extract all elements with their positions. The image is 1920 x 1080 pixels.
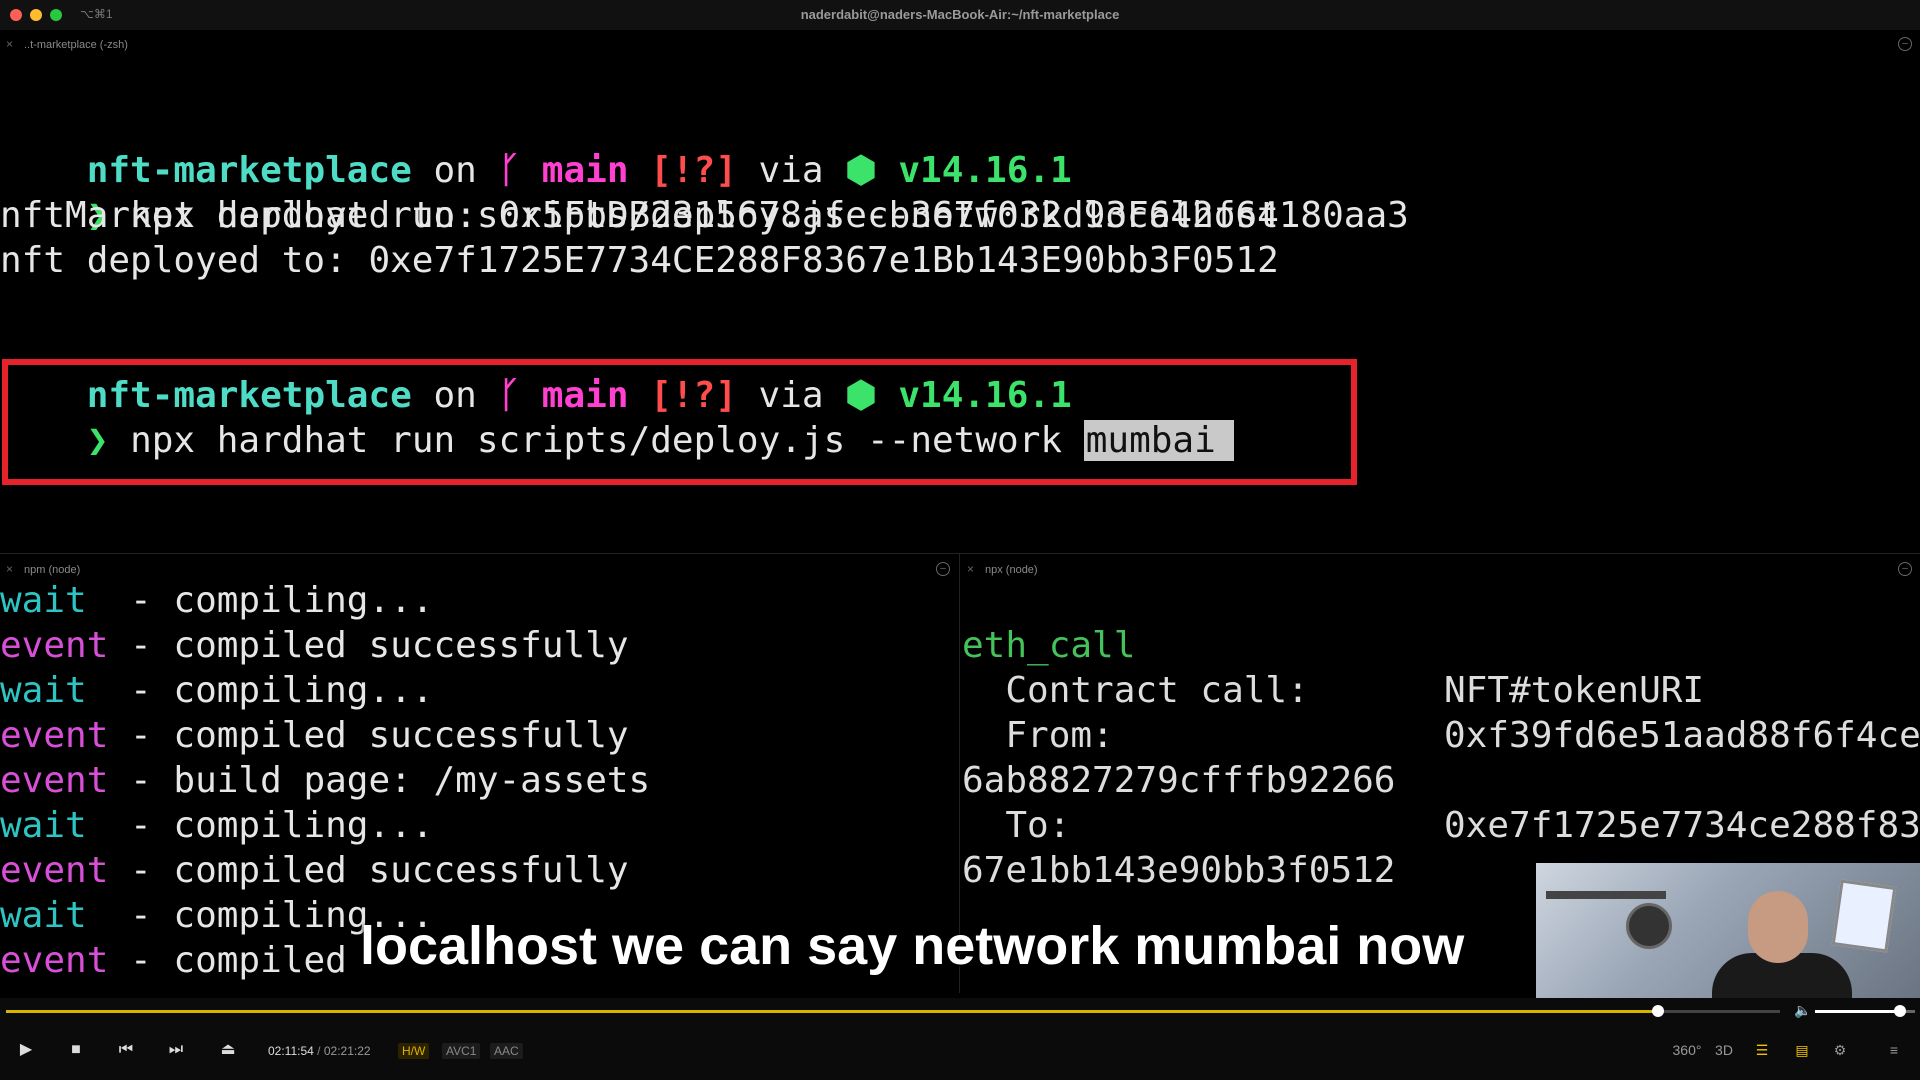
log-message: - compiled successfully	[108, 715, 629, 756]
settings-gear-icon[interactable]: ⚙	[1826, 1038, 1854, 1062]
volume-icon[interactable]: 🔈	[1794, 1002, 1811, 1019]
contract-call-label: Contract call:	[962, 670, 1309, 711]
log-line: wait - compiling...	[0, 803, 433, 848]
log-message: - compiled successfully	[108, 850, 629, 891]
window-title: naderdabit@naders-MacBook-Air:~/nft-mark…	[800, 7, 1120, 22]
playback-time: 02:11:54 / 02:21:22	[268, 1044, 371, 1058]
log-message: - build page: /my-assets	[108, 760, 651, 801]
volume-slider[interactable]	[1815, 1005, 1915, 1017]
seek-bar-fill	[6, 1010, 1659, 1013]
video-codec-badge: AVC1	[442, 1043, 481, 1059]
window-titlebar: ⌥⌘1 naderdabit@naders-MacBook-Air:~/nft-…	[0, 0, 1920, 30]
total-time: 02:21:22	[323, 1044, 371, 1058]
log-message: - compiling...	[86, 805, 434, 846]
rpc-method: eth_call	[962, 625, 1136, 666]
volume-knob[interactable]	[1894, 1005, 1906, 1017]
left-pane-tab-label: npm (node)	[24, 564, 81, 576]
seek-knob[interactable]	[1652, 1005, 1665, 1017]
time-separator: /	[317, 1044, 321, 1058]
3d-icon[interactable]: 3D	[1710, 1038, 1738, 1062]
seek-bar[interactable]	[6, 1005, 1780, 1017]
log-level: wait	[0, 670, 87, 711]
close-icon[interactable]: ×	[6, 562, 13, 576]
media-player-controls: 🔈 ▶ ■ ⏮ ⏭ ⏏ 02:11:54 / 02:21:22 H/W AVC1…	[0, 998, 1920, 1080]
subtitles-icon[interactable]: ▤	[1788, 1038, 1816, 1062]
to-value: 0xe7f1725e7734ce288f83	[1444, 805, 1920, 846]
log-line: wait - compiling...	[0, 668, 433, 713]
close-icon[interactable]: ×	[6, 37, 13, 51]
from-label: From:	[962, 715, 1114, 756]
top-pane-tab-label: ..t-marketplace (-zsh)	[24, 39, 128, 51]
close-icon[interactable]: ×	[967, 562, 974, 576]
log-message: - compiling...	[86, 670, 434, 711]
audio-codec-badge: AAC	[490, 1043, 523, 1059]
previous-button[interactable]: ⏮	[112, 1038, 140, 1062]
log-line: event - compiled successfully	[0, 623, 629, 668]
from-value-continued: 6ab8827279cfffb92266	[962, 760, 1396, 801]
pane-menu-icon[interactable]: –	[1898, 562, 1912, 576]
right-pane-tab-label: npx (node)	[985, 564, 1038, 576]
log-line: event - compiled	[0, 938, 368, 983]
log-level: wait	[0, 895, 87, 936]
red-highlight-box	[2, 359, 1357, 485]
play-button[interactable]: ▶	[12, 1038, 40, 1062]
presenter-head	[1748, 891, 1808, 963]
subtitle-caption: localhost we can say network mumbai now	[360, 916, 1465, 976]
hardware-decode-badge[interactable]: H/W	[398, 1043, 430, 1059]
vr-360-icon[interactable]: 360°	[1670, 1038, 1704, 1062]
log-level: event	[0, 850, 109, 891]
contract-call-value: NFT#tokenURI	[1444, 670, 1705, 711]
log-level: event	[0, 940, 109, 981]
microphone	[1626, 903, 1672, 949]
log-line: event - compiled successfully	[0, 713, 629, 758]
log-level: wait	[0, 580, 87, 621]
log-level: event	[0, 625, 109, 666]
output-line: nftMarket deployed to: 0x5FbDB2315678afe…	[0, 195, 1409, 236]
pane-menu-icon[interactable]: –	[936, 562, 950, 576]
menu-icon[interactable]: ≡	[1880, 1038, 1908, 1062]
wall-frame	[1831, 879, 1897, 953]
log-line: wait - compiling...	[0, 578, 433, 623]
stop-button[interactable]: ■	[62, 1038, 90, 1062]
webcam-overlay	[1536, 863, 1920, 998]
log-message: - compiled	[108, 940, 369, 981]
log-message: - compiling...	[86, 580, 434, 621]
current-time: 02:11:54	[268, 1044, 314, 1058]
log-level: event	[0, 760, 109, 801]
playlist-search-icon[interactable]: ☰	[1748, 1038, 1776, 1062]
eject-button[interactable]: ⏏	[214, 1038, 242, 1062]
log-message: - compiled successfully	[108, 625, 629, 666]
to-value-continued: 67e1bb143e90bb3f0512	[962, 850, 1396, 891]
to-label: To:	[962, 805, 1071, 846]
next-button[interactable]: ⏭	[162, 1038, 190, 1062]
pane-divider	[0, 553, 1920, 554]
log-level: wait	[0, 805, 87, 846]
webcam-scene	[1546, 891, 1666, 899]
top-pane-tab[interactable]: × ..t-marketplace (-zsh) –	[0, 34, 1920, 56]
from-value: 0xf39fd6e51aad88f6f4ce	[1444, 715, 1920, 756]
log-line: event - build page: /my-assets	[0, 758, 650, 803]
log-line: event - compiled successfully	[0, 848, 629, 893]
output-line: nft deployed to: 0xe7f1725E7734CE288F836…	[0, 240, 1279, 281]
log-level: event	[0, 715, 109, 756]
volume-fill	[1815, 1010, 1900, 1013]
pane-menu-icon[interactable]: –	[1898, 37, 1912, 51]
